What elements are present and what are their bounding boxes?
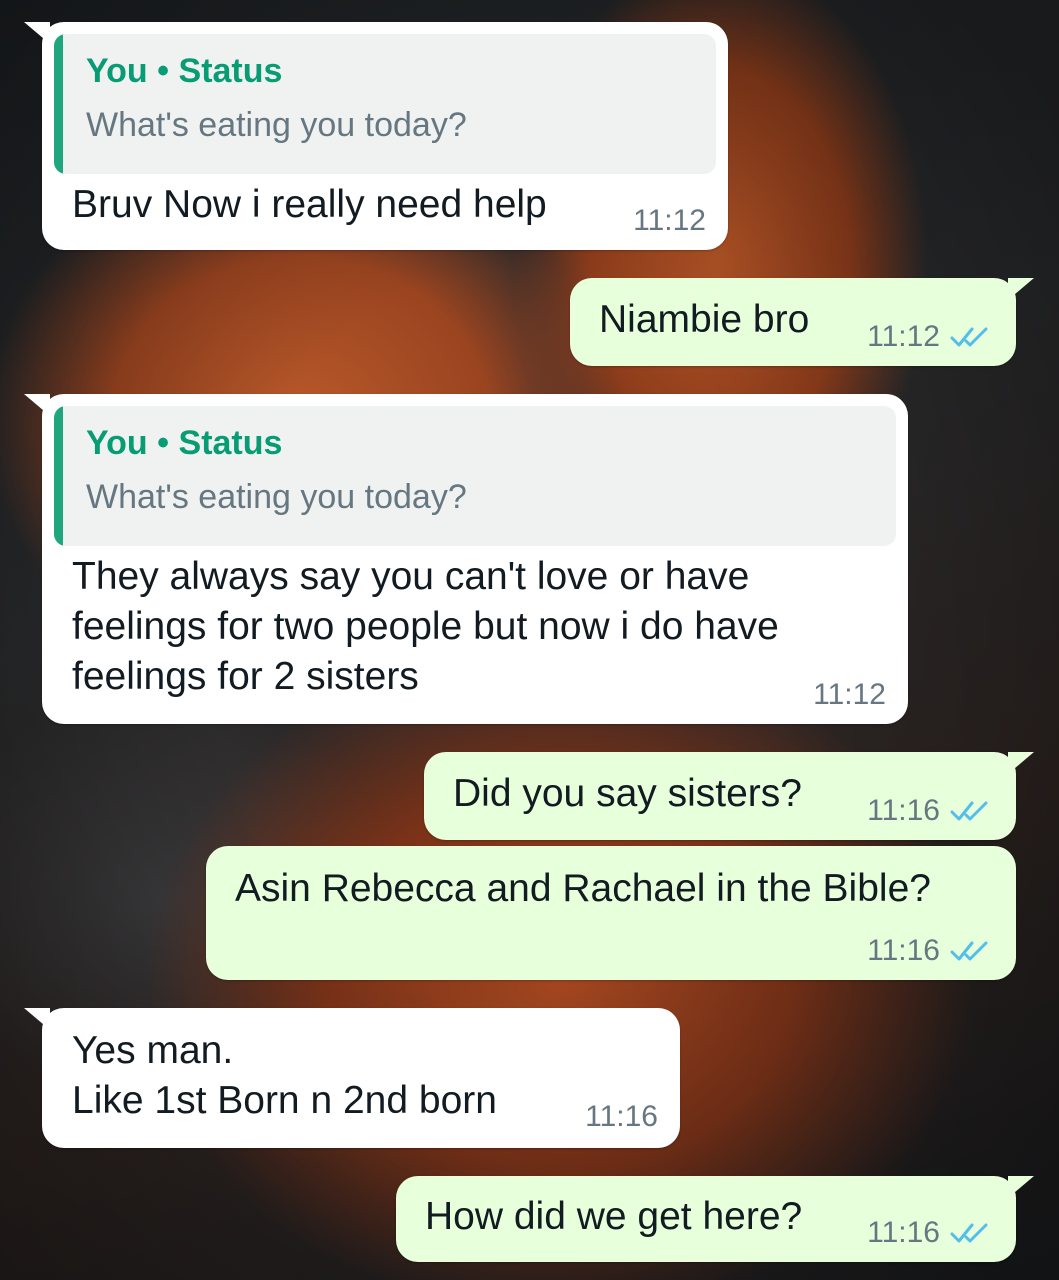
- quote-author: You: [86, 52, 148, 90]
- message-time: 11:12: [867, 320, 940, 353]
- message-meta: 11:12: [867, 320, 992, 354]
- quote-separator: •: [157, 424, 170, 462]
- quote-separator: •: [157, 52, 170, 90]
- quote-source: Status: [178, 52, 283, 90]
- message-outgoing[interactable]: Niambie bro 11:12: [570, 278, 1034, 366]
- message-time: 11:16: [585, 1100, 658, 1133]
- message-outgoing[interactable]: Asin Rebecca and Rachael in the Bible? 1…: [206, 846, 1016, 980]
- quote-header: You • Status: [86, 52, 282, 91]
- message-text: Did you say sisters?: [453, 772, 802, 815]
- message-text: How did we get here?: [425, 1195, 803, 1238]
- quote-source: Status: [178, 424, 283, 462]
- message-outgoing[interactable]: Did you say sisters? 11:16: [424, 752, 1034, 840]
- quote-text: What's eating you today?: [86, 106, 467, 144]
- message-time: 11:16: [867, 1216, 940, 1249]
- double-check-icon: [950, 327, 988, 347]
- double-check-icon: [950, 1223, 988, 1243]
- quote-header: You • Status: [86, 424, 282, 463]
- message-meta: 11:16: [867, 934, 992, 968]
- message-time: 11:16: [867, 934, 940, 967]
- message-text: Bruv Now i really need help: [72, 183, 547, 226]
- message-text: Yes man. Like 1st Born n 2nd born: [72, 1029, 497, 1122]
- quote-accent-bar: [54, 406, 63, 546]
- quote-author: You: [86, 424, 148, 462]
- message-time: 11:12: [813, 678, 886, 711]
- message-incoming[interactable]: Yes man. Like 1st Born n 2nd born 11:16: [24, 1008, 680, 1148]
- message-time: 11:12: [633, 204, 706, 237]
- message-outgoing[interactable]: How did we get here? 11:16: [396, 1176, 1034, 1262]
- quote-text: What's eating you today?: [86, 478, 467, 516]
- double-check-icon: [950, 801, 988, 821]
- quoted-status[interactable]: You • Status What's eating you today?: [54, 406, 896, 546]
- message-text: Niambie bro: [599, 298, 810, 341]
- quote-accent-bar: [54, 34, 63, 174]
- quoted-status[interactable]: You • Status What's eating you today?: [54, 34, 716, 174]
- message-meta: 11:16: [867, 1216, 992, 1250]
- message-incoming[interactable]: You • Status What's eating you today? Br…: [24, 22, 728, 250]
- message-text: Asin Rebecca and Rachael in the Bible?: [235, 867, 931, 910]
- double-check-icon: [950, 941, 988, 961]
- message-meta: 11:16: [867, 794, 992, 828]
- message-text: They always say you can't love or have f…: [72, 555, 779, 698]
- message-time: 11:16: [867, 794, 940, 827]
- message-incoming[interactable]: You • Status What's eating you today? Th…: [24, 394, 908, 724]
